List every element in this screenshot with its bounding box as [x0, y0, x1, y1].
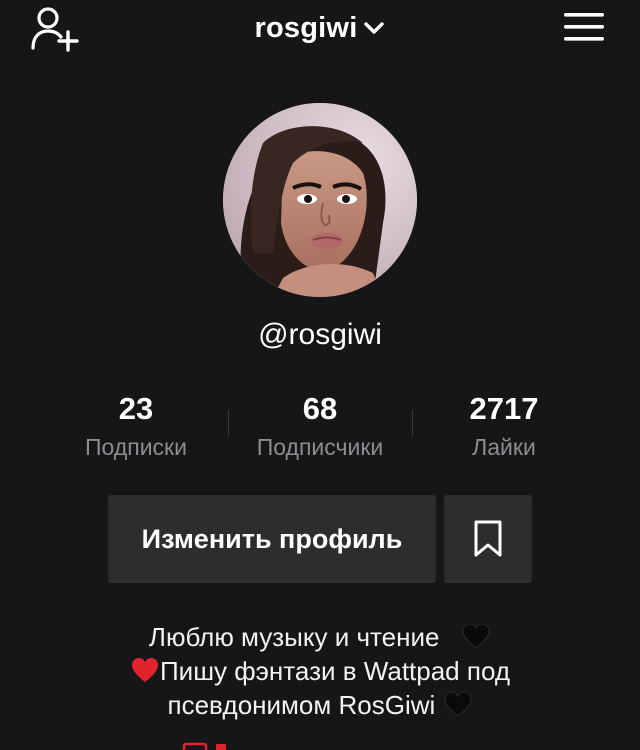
stat-likes[interactable]: 2717 Лайки [404, 388, 604, 464]
stat-followers[interactable]: 68 Подписчики [220, 388, 420, 464]
top-bar: rosgiwi [0, 0, 640, 60]
stat-label: Подписчики [256, 434, 384, 460]
bio-line-3: псевдонимом RosGiwi [0, 688, 640, 722]
bio-text: Люблю музыку и чтение [148, 622, 440, 652]
edit-profile-button[interactable]: Изменить профиль [108, 495, 436, 583]
black-heart-icon [462, 623, 490, 649]
stat-following[interactable]: 23 Подписки [36, 388, 236, 464]
stat-value: 2717 [469, 391, 539, 426]
profile-stats: 23 Подписки 68 Подписчики 2717 Лайки [0, 388, 640, 468]
avatar-image [223, 103, 417, 297]
profile-handle: @rosgiwi [258, 318, 382, 351]
hamburger-menu-icon[interactable] [562, 10, 606, 44]
bio-text: псевдонимом RosGiwi [167, 690, 436, 720]
stat-label: Подписки [85, 434, 187, 460]
stat-value: 68 [302, 391, 338, 426]
red-heart-icon [131, 658, 158, 682]
black-heart-icon [444, 691, 472, 717]
bio-line-1: Люблю музыку и чтение [0, 620, 640, 654]
bio-text: Пишу фэнтази в Wattpad под [159, 656, 511, 686]
bookmark-icon [474, 520, 502, 557]
stat-value: 23 [118, 391, 154, 426]
profile-bio: Люблю музыку и чтение Пишу фэнтази в Wat… [0, 620, 640, 722]
username-title: rosgiwi [254, 11, 358, 44]
saved-button[interactable] [444, 495, 532, 583]
chevron-down-icon [364, 22, 385, 34]
account-switcher[interactable]: rosgiwi [0, 0, 640, 56]
bio-line-2: Пишу фэнтази в Wattpad под [0, 654, 640, 688]
cropped-link-icon [182, 742, 226, 750]
profile-avatar[interactable] [223, 103, 417, 297]
stat-label: Лайки [472, 434, 536, 460]
